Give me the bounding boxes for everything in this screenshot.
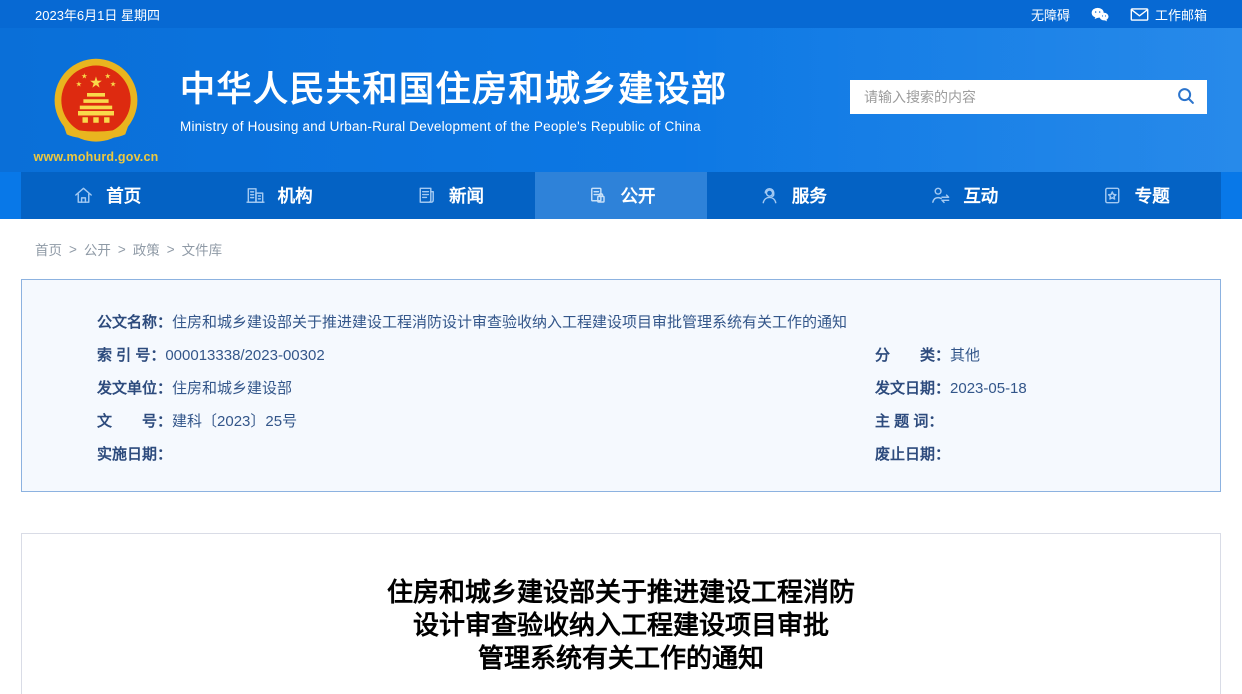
site-logo[interactable]: ★ ★ ★ ★ ★ www.mohurd.gov.cn (34, 56, 158, 172)
search-button[interactable] (1165, 80, 1207, 114)
search-input[interactable] (850, 80, 1165, 114)
svg-text:★: ★ (110, 80, 116, 89)
breadcrumb-policy[interactable]: 政策 (133, 239, 160, 259)
meta-value-doc-name: 住房和城乡建设部关于推进建设工程消防设计审查验收纳入工程建设项目审批管理系统有关… (172, 314, 848, 331)
nav-item-home[interactable]: 首页 (21, 172, 192, 219)
site-subtitle: Ministry of Housing and Urban-Rural Deve… (180, 119, 701, 134)
meta-label-keywords: 主 题 词： (875, 413, 944, 430)
current-date: 2023年6月1日 星期四 (35, 7, 160, 23)
meta-value-issuer: 住房和城乡建设部 (172, 380, 293, 397)
home-icon (72, 184, 95, 207)
topics-icon (1101, 184, 1124, 207)
main-navigation: 首页 机构 新闻 公开 服务 互动 专题 (0, 172, 1242, 219)
meta-value-index-no: 000013338/2023-00302 (165, 347, 325, 364)
nav-item-topics[interactable]: 专题 (1050, 172, 1221, 219)
meta-value-category: 其他 (950, 347, 981, 364)
document-content-card: 住房和城乡建设部关于推进建设工程消防 设计审查验收纳入工程建设项目审批 管理系统… (21, 533, 1221, 694)
meta-label-category: 分 类： (875, 347, 951, 364)
work-mailbox-link[interactable]: 工作邮箱 (1130, 5, 1207, 24)
meta-label-doc-no: 文 号： (97, 413, 173, 430)
document-metadata-box: 公文名称： 住房和城乡建设部关于推进建设工程消防设计审查验收纳入工程建设项目审批… (21, 279, 1221, 492)
interaction-icon (929, 184, 952, 207)
meta-label-impl-date: 实施日期： (97, 446, 173, 463)
wechat-icon[interactable] (1090, 6, 1110, 23)
document-title-line2: 设计审查验收纳入工程建设项目审批 (412, 610, 829, 640)
meta-label-issuer: 发文单位： (97, 380, 173, 397)
mail-icon (1130, 7, 1149, 22)
meta-row-index-category: 索 引 号： 000013338/2023-00302 分 类： 其他 (97, 345, 1200, 366)
document-title-line3: 管理系统有关工作的通知 (477, 643, 764, 673)
document-title: 住房和城乡建设部关于推进建设工程消防 设计审查验收纳入工程建设项目审批 管理系统… (22, 576, 1220, 675)
nav-item-interaction[interactable]: 互动 (878, 172, 1049, 219)
nav-item-service[interactable]: 服务 (707, 172, 878, 219)
breadcrumb-separator: > (117, 241, 126, 257)
nav-item-news[interactable]: 新闻 (364, 172, 535, 219)
nav-item-organization[interactable]: 机构 (192, 172, 363, 219)
site-title: 中华人民共和国住房和城乡建设部 (180, 70, 728, 109)
meta-label-repeal-date: 废止日期： (875, 446, 951, 463)
meta-row-issuer-date: 发文单位： 住房和城乡建设部 发文日期： 2023-05-18 (97, 378, 1200, 399)
breadcrumb-disclosure[interactable]: 公开 (84, 239, 111, 259)
svg-text:★: ★ (89, 75, 103, 92)
news-icon (415, 184, 438, 207)
breadcrumb: 首页 > 公开 > 政策 > 文件库 (21, 239, 1221, 259)
document-title-line1: 住房和城乡建设部关于推进建设工程消防 (386, 577, 855, 607)
nav-item-disclosure[interactable]: 公开 (535, 172, 707, 219)
national-emblem-icon: ★ ★ ★ ★ ★ (51, 56, 141, 148)
meta-row-name: 公文名称： 住房和城乡建设部关于推进建设工程消防设计审查验收纳入工程建设项目审批… (97, 312, 1200, 333)
breadcrumb-home[interactable]: 首页 (35, 239, 62, 259)
svg-text:★: ★ (76, 80, 82, 89)
search-icon (1175, 85, 1197, 110)
organization-icon (244, 184, 267, 207)
accessibility-link[interactable]: 无障碍 (1031, 5, 1070, 24)
meta-row-docno-keywords: 文 号： 建科〔2023〕25号 主 题 词： (97, 411, 1200, 432)
meta-label-issue-date: 发文日期： (875, 380, 951, 397)
breadcrumb-separator: > (69, 241, 77, 257)
service-icon (758, 184, 781, 207)
site-url: www.mohurd.gov.cn (33, 150, 159, 164)
meta-value-doc-no: 建科〔2023〕25号 (172, 413, 298, 430)
meta-value-issue-date: 2023-05-18 (950, 380, 1027, 397)
breadcrumb-separator: > (166, 241, 175, 257)
breadcrumb-library[interactable]: 文件库 (182, 239, 223, 259)
top-utility-bar: 2023年6月1日 星期四 无障碍 工作邮箱 (0, 0, 1242, 28)
meta-label-doc-name: 公文名称： (97, 314, 173, 331)
meta-row-impl-repeal: 实施日期： 废止日期： (97, 444, 1200, 465)
meta-label-index-no: 索 引 号： (97, 347, 166, 364)
site-header: ★ ★ ★ ★ ★ www.mohurd.gov.cn 中华人民共和国住房和城乡… (0, 28, 1242, 172)
search-box (850, 80, 1207, 114)
disclosure-icon (586, 184, 609, 207)
